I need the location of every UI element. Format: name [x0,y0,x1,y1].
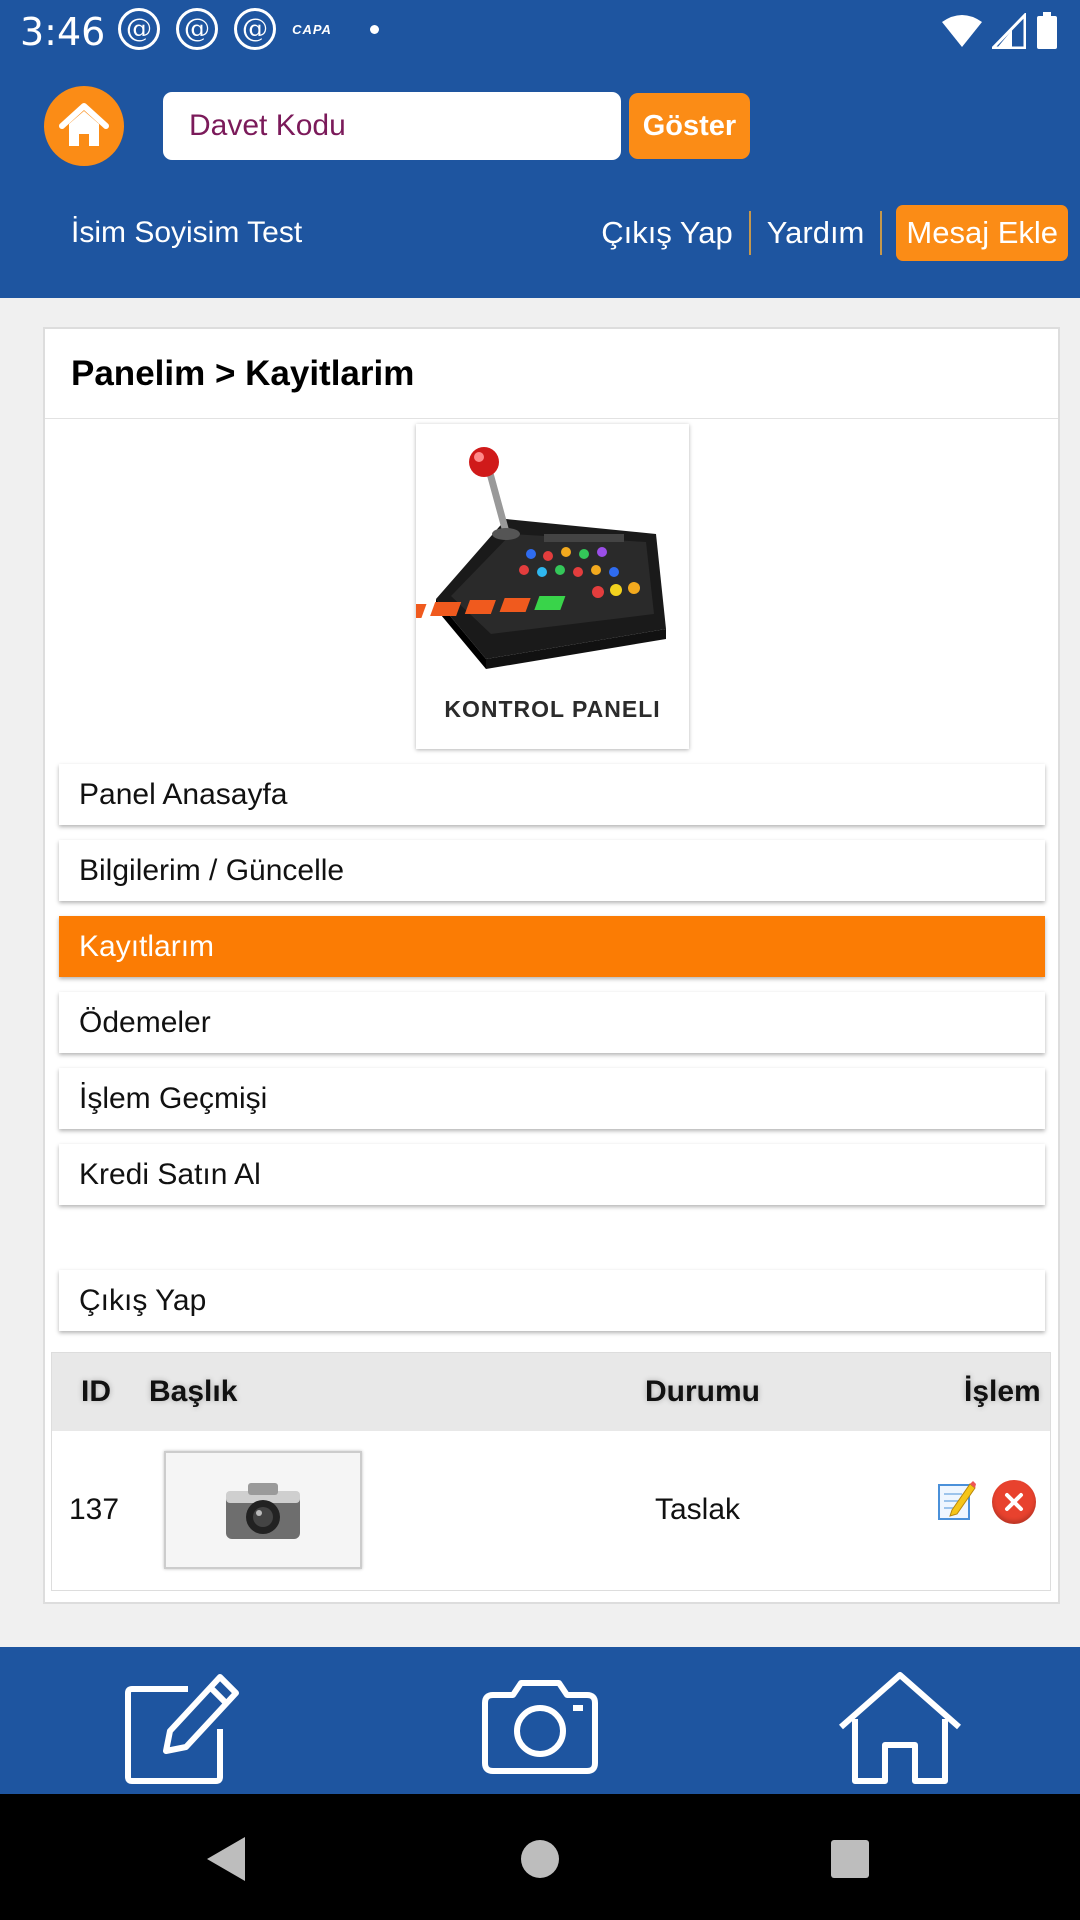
edit-icon[interactable] [938,1480,976,1520]
menu-item-logout[interactable]: Çıkış Yap [59,1270,1045,1331]
recents-icon [831,1840,869,1878]
camera-button[interactable] [475,1667,605,1787]
menu-item-my-info[interactable]: Bilgilerim / Güncelle [59,840,1045,901]
show-button[interactable]: Göster [629,93,750,159]
wifi-icon [942,15,982,47]
camera-placeholder-icon [226,1483,300,1539]
column-header-status: Durumu [645,1375,760,1408]
column-header-id: ID [81,1375,111,1408]
menu-item-my-records[interactable]: Kayıtlarım [59,916,1045,977]
breadcrumb: Panelim > Kayitlarim [71,353,415,393]
table-header: ID Başlık Durumu İşlem [52,1353,1050,1431]
header-nav: Çıkış Yap Yardım Mesaj Ekle [585,205,1068,261]
control-panel-illustration [395,447,666,669]
back-icon [207,1837,245,1881]
app-header: Göster İsim Soyisim Test Çıkış Yap Yardı… [0,60,1080,298]
panel-card: Panelim > Kayitlarim KONTROL PANELI Pane… [43,327,1060,1604]
nav-divider [880,211,883,255]
menu-item-panel-home[interactable]: Panel Anasayfa [59,764,1045,825]
edit-icon [125,1674,239,1784]
home-nav-button[interactable] [835,1667,965,1787]
home-button[interactable] [44,86,124,166]
notification-icons: @ @ @ CAPA [118,8,379,50]
status-bar: 3:46 @ @ @ CAPA [0,0,1080,60]
at-notification-icon: @ [176,8,218,50]
invite-code-input[interactable] [163,92,621,160]
more-notifications-dot [370,24,379,34]
recents-button[interactable] [820,1829,880,1889]
record-thumbnail[interactable] [164,1451,362,1569]
bottom-toolbar [0,1647,1080,1794]
camera-icon [482,1680,598,1774]
status-time: 3:46 [20,10,106,54]
battery-icon [1037,12,1057,49]
row-id: 137 [69,1493,120,1526]
logout-link[interactable]: Çıkış Yap [585,215,749,251]
signal-icon [992,13,1026,49]
card-header: Panelim > Kayitlarim [45,329,1058,419]
new-post-button[interactable] [115,1667,245,1787]
home-system-button[interactable] [510,1829,570,1889]
menu-item-payments[interactable]: Ödemeler [59,992,1045,1053]
status-icons [942,12,1058,50]
control-panel-image: KONTROL PANELI [395,424,689,749]
control-panel-label: KONTROL PANELI [444,696,661,722]
menu-item-buy-credit[interactable]: Kredi Satın Al [59,1144,1045,1205]
at-notification-icon: @ [118,8,160,50]
back-button[interactable] [195,1829,255,1889]
capa-notification-icon: CAPA [292,21,332,37]
help-link[interactable]: Yardım [751,215,881,251]
system-nav-bar [0,1794,1080,1920]
delete-icon[interactable] [992,1480,1036,1524]
home-circle-icon [521,1840,559,1878]
home-icon [839,1672,961,1784]
row-status: Taslak [655,1493,741,1526]
add-message-button[interactable]: Mesaj Ekle [896,205,1068,261]
column-header-action: İşlem [964,1375,1041,1408]
records-table: ID Başlık Durumu İşlem 137 Taslak [51,1352,1051,1591]
user-name: İsim Soyisim Test [71,216,303,249]
menu-item-transaction-history[interactable]: İşlem Geçmişi [59,1068,1045,1129]
home-icon [59,103,109,146]
column-header-title: Başlık [149,1375,238,1408]
at-notification-icon: @ [234,8,276,50]
